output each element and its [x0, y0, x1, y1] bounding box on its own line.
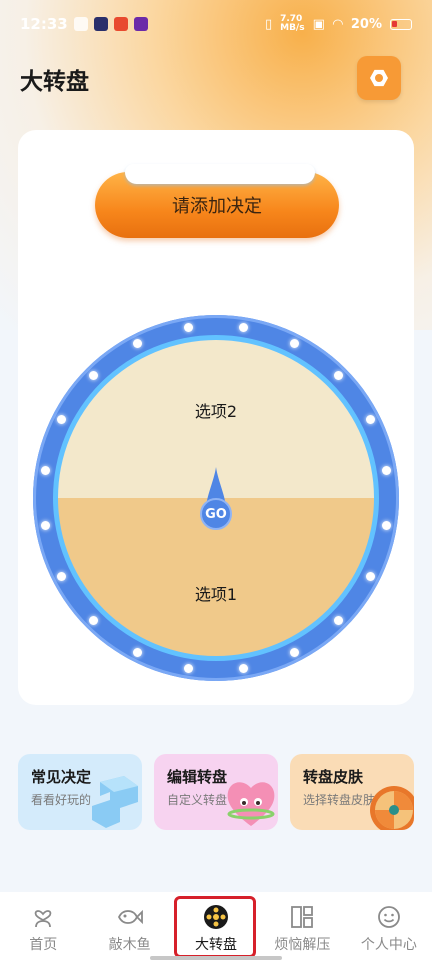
- battery-icon: [390, 18, 412, 30]
- wheel-option-1: 选项1: [194, 585, 238, 604]
- wheel-bulb: [382, 520, 392, 530]
- common-decisions-card[interactable]: 常见决定 看看好玩的: [18, 754, 142, 830]
- question-cube-icon: [92, 776, 138, 828]
- vibrate-icon: ▯: [264, 16, 273, 32]
- app-notification-icon: [93, 17, 108, 31]
- wheel-option-2: 选项2: [194, 402, 238, 421]
- settings-button[interactable]: [357, 56, 401, 100]
- home-indicator: [150, 956, 282, 960]
- wheel-bulb: [89, 615, 99, 625]
- active-tab-highlight: [174, 896, 256, 958]
- nav-label: 敲木鱼: [108, 937, 151, 953]
- nav-label: 首页: [29, 937, 58, 953]
- status-bar: 12:33 ▯ 7.70 MB/s ▣ ◠ 20%: [0, 0, 432, 48]
- wheel-bulb: [333, 371, 343, 381]
- wheel-bulb: [290, 647, 300, 657]
- nav-wooden-fish[interactable]: 敲木鱼: [86, 892, 172, 964]
- battery-percent: 20%: [350, 16, 382, 32]
- page-title: 大转盘: [20, 69, 89, 95]
- snow-decoration: [125, 164, 315, 184]
- app-notification-icon: [113, 17, 128, 31]
- wheel-bulb: [238, 322, 248, 332]
- wheel-bulb: [333, 615, 343, 625]
- wheel-bulb: [40, 520, 50, 530]
- feature-row: 常见决定 看看好玩的 编辑转盘 自定义转盘 转盘皮肤 选择转盘皮肤: [18, 754, 432, 830]
- add-decision-label: 请添加决定: [172, 196, 262, 217]
- go-button[interactable]: GO: [200, 498, 232, 530]
- heart-person-icon: [30, 904, 56, 930]
- wifi-icon: ◠: [332, 16, 343, 32]
- wheel-bulb: [365, 572, 375, 582]
- nav-profile[interactable]: 个人中心: [346, 892, 432, 964]
- heart-mascot-icon: [227, 782, 275, 826]
- smile-icon: [376, 904, 402, 930]
- nav-label: 个人中心: [360, 937, 417, 953]
- settings-icon: [370, 69, 388, 87]
- wheel-skin-card[interactable]: 转盘皮肤 选择转盘皮肤: [290, 754, 414, 830]
- wheel-bulb: [132, 647, 142, 657]
- sim-icon: ▣: [312, 16, 325, 32]
- status-time: 12:33: [20, 15, 68, 33]
- notification-icon: [73, 17, 88, 31]
- fish-icon: [117, 904, 143, 930]
- nav-home[interactable]: 首页: [0, 892, 86, 964]
- edit-wheel-card[interactable]: 编辑转盘 自定义转盘: [154, 754, 278, 830]
- wheel-bulb: [238, 664, 248, 674]
- grid-icon: [289, 904, 315, 930]
- network-speed: 7.70 MB/s: [280, 14, 305, 33]
- nav-stress-relief[interactable]: 烦恼解压: [259, 892, 345, 964]
- wheel-skin-icon: [370, 786, 414, 830]
- spin-wheel[interactable]: 选项2 选项1 GO: [33, 315, 399, 681]
- app-notification-icon: [133, 17, 148, 31]
- nav-label: 烦恼解压: [274, 937, 331, 953]
